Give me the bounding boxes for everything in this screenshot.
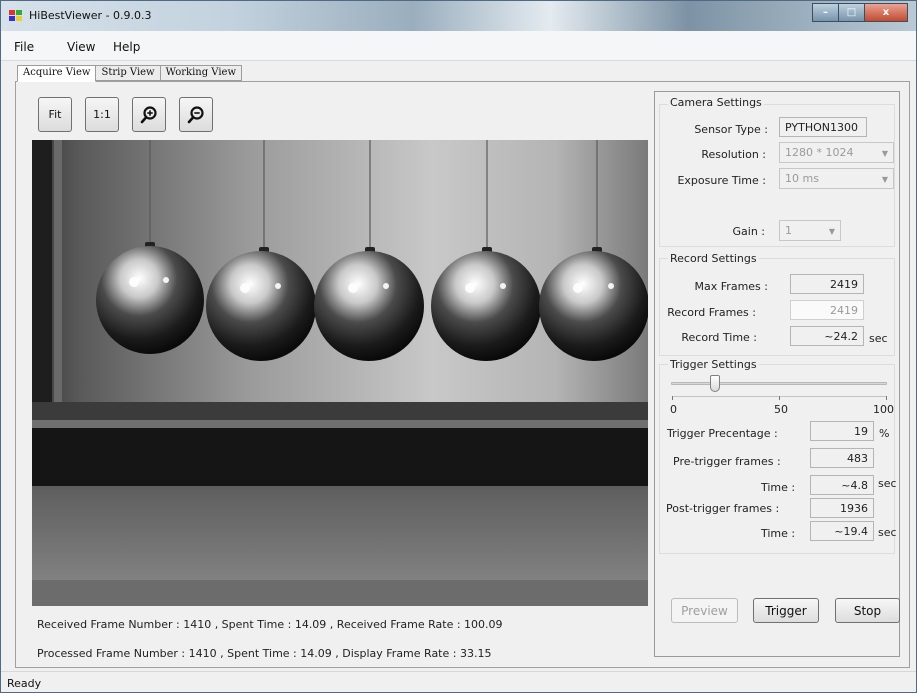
slider-scale-min: 0 [670,403,677,416]
title-bar[interactable]: HiBestViewer - 0.9.0.3 – □ x [1,1,916,31]
exposure-time-select[interactable]: 10 ms ▼ [779,168,894,189]
slider-scale-mid: 50 [774,403,788,416]
zoom-in-icon [140,105,157,123]
app-icon [9,10,22,21]
record-time-label: Record Time : [681,331,757,344]
gain-value: 1 [785,224,792,237]
post-trigger-time-value: ~19.4 [810,521,874,541]
post-trigger-frames-label: Post-trigger frames : [666,502,780,515]
slider-scale-max: 100 [873,403,894,416]
zoom-out-icon [187,105,204,123]
minimize-button[interactable]: – [812,3,839,22]
preview-button[interactable]: Preview [671,598,738,623]
zoom-out-button[interactable] [179,97,213,132]
trigger-percentage-label: Trigger Precentage : [667,427,778,440]
exposure-time-value: 10 ms [785,172,819,185]
tab-acquire-view[interactable]: Acquire View [17,65,97,82]
post-trigger-time-unit: sec [878,526,897,539]
status-text: Ready [7,677,42,690]
trigger-percentage-unit: % [879,427,890,440]
gain-select[interactable]: 1 ▼ [779,220,841,241]
chevron-down-icon: ▼ [881,149,888,158]
max-frames-value: 2419 [790,274,864,294]
pre-trigger-frames-label: Pre-trigger frames : [673,455,781,468]
chevron-down-icon: ▼ [881,175,888,184]
resolution-label: Resolution : [701,148,766,161]
trigger-button[interactable]: Trigger [753,598,819,623]
menu-view[interactable]: View [67,40,95,54]
zoom-in-button[interactable] [132,97,166,132]
sensor-type-value: PYTHON1300 [779,117,867,137]
fit-button[interactable]: Fit [38,97,72,132]
camera-frame-image [32,140,648,606]
exposure-time-label: Exposure Time : [677,174,766,187]
menu-bar: File View Help [1,31,916,61]
record-time-value: ~24.2 [790,326,864,346]
received-frame-info: Received Frame Number : 1410 , Spent Tim… [37,618,503,631]
post-trigger-frames-value: 1936 [810,498,874,518]
app-window: HiBestViewer - 0.9.0.3 – □ x File View H… [0,0,917,693]
resolution-select[interactable]: 1280 * 1024 ▼ [779,142,894,163]
record-settings-title: Record Settings [668,252,759,265]
processed-frame-info: Processed Frame Number : 1410 , Spent Ti… [37,647,492,660]
gain-label: Gain : [732,225,766,238]
one-to-one-button[interactable]: 1:1 [85,97,119,132]
max-frames-label: Max Frames : [694,280,768,293]
maximize-button[interactable]: □ [838,3,865,22]
pre-trigger-time-label: Time : [761,481,796,494]
trigger-slider-track[interactable] [671,382,887,385]
window-title: HiBestViewer - 0.9.0.3 [29,9,152,22]
slider-tick [886,396,887,400]
status-bar: Ready [1,671,916,692]
window-controls: – □ x [812,3,908,22]
tab-strip-view[interactable]: Strip View [95,65,161,81]
post-trigger-time-label: Time : [761,527,796,540]
chevron-down-icon: ▼ [828,227,835,236]
stop-button[interactable]: Stop [835,598,900,623]
slider-tick [779,396,780,400]
camera-settings-title: Camera Settings [668,96,764,109]
menu-help[interactable]: Help [113,40,140,54]
trigger-settings-title: Trigger Settings [668,358,759,371]
trigger-slider-thumb[interactable] [710,375,721,392]
record-frames-label: Record Frames : [667,306,756,319]
camera-image[interactable] [32,140,648,606]
record-frames-input[interactable]: 2419 [790,300,864,320]
close-button[interactable]: x [864,3,908,22]
menu-file[interactable]: File [14,40,34,54]
pre-trigger-time-value: ~4.8 [810,475,874,495]
sensor-type-label: Sensor Type : [694,123,768,136]
resolution-value: 1280 * 1024 [785,146,854,159]
pre-trigger-frames-value: 483 [810,448,874,468]
tab-working-view[interactable]: Working View [159,65,243,81]
record-time-unit: sec [869,332,888,345]
pre-trigger-time-unit: sec [878,477,897,490]
view-tabs: Acquire View Strip View Working View [17,65,243,82]
trigger-percentage-input[interactable]: 19 [810,421,874,441]
slider-tick [672,396,673,400]
